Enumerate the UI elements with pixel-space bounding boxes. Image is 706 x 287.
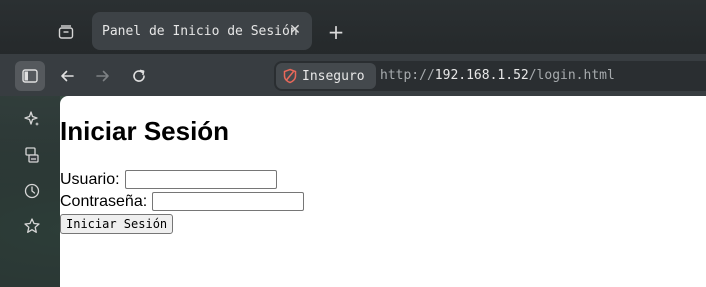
tab-list-icon[interactable] [52, 18, 80, 46]
security-label: Inseguro [302, 68, 365, 84]
reload-icon[interactable] [124, 61, 154, 91]
bookmark-star-icon[interactable] [21, 215, 43, 237]
page-title: Iniciar Sesión [60, 116, 230, 146]
sidebar-toggle-icon[interactable] [15, 61, 45, 91]
tab-login-panel[interactable]: Panel de Inicio de Sesión ✕ [92, 12, 312, 50]
username-field[interactable] [124, 170, 277, 189]
page-viewport: Iniciar Sesión Usuario: Contraseña: Inic… [60, 96, 706, 287]
url-host: 192.168.1.52 [434, 68, 529, 83]
history-icon[interactable] [21, 180, 43, 202]
password-field[interactable] [152, 192, 305, 211]
login-button[interactable]: Iniciar Sesión [60, 214, 174, 234]
back-arrow-icon[interactable] [52, 61, 82, 91]
sidebar-panel [0, 96, 60, 287]
url-text[interactable]: http://192.168.1.52/login.html [380, 68, 615, 83]
password-row: Contraseña: [60, 192, 305, 211]
tab-title: Panel de Inicio de Sesión [102, 23, 298, 39]
username-label: Usuario: [60, 170, 120, 188]
site-security-button[interactable]: Inseguro [276, 63, 376, 89]
password-label: Contraseña: [60, 192, 148, 210]
synced-tabs-icon[interactable] [21, 144, 43, 166]
url-scheme: http:// [380, 68, 435, 83]
tab-strip: Panel de Inicio de Sesión ✕ + [0, 0, 706, 54]
shield-warning-icon [282, 68, 298, 84]
username-row: Usuario: [60, 170, 277, 189]
address-bar[interactable]: Inseguro http://192.168.1.52/login.html [274, 61, 706, 91]
close-icon[interactable]: ✕ [286, 21, 304, 39]
forward-arrow-icon[interactable] [88, 61, 118, 91]
new-tab-button[interactable]: + [324, 20, 348, 44]
sparkle-icon[interactable] [21, 108, 43, 130]
navigation-toolbar: Inseguro http://192.168.1.52/login.html [0, 54, 706, 96]
url-path: /login.html [528, 68, 615, 83]
